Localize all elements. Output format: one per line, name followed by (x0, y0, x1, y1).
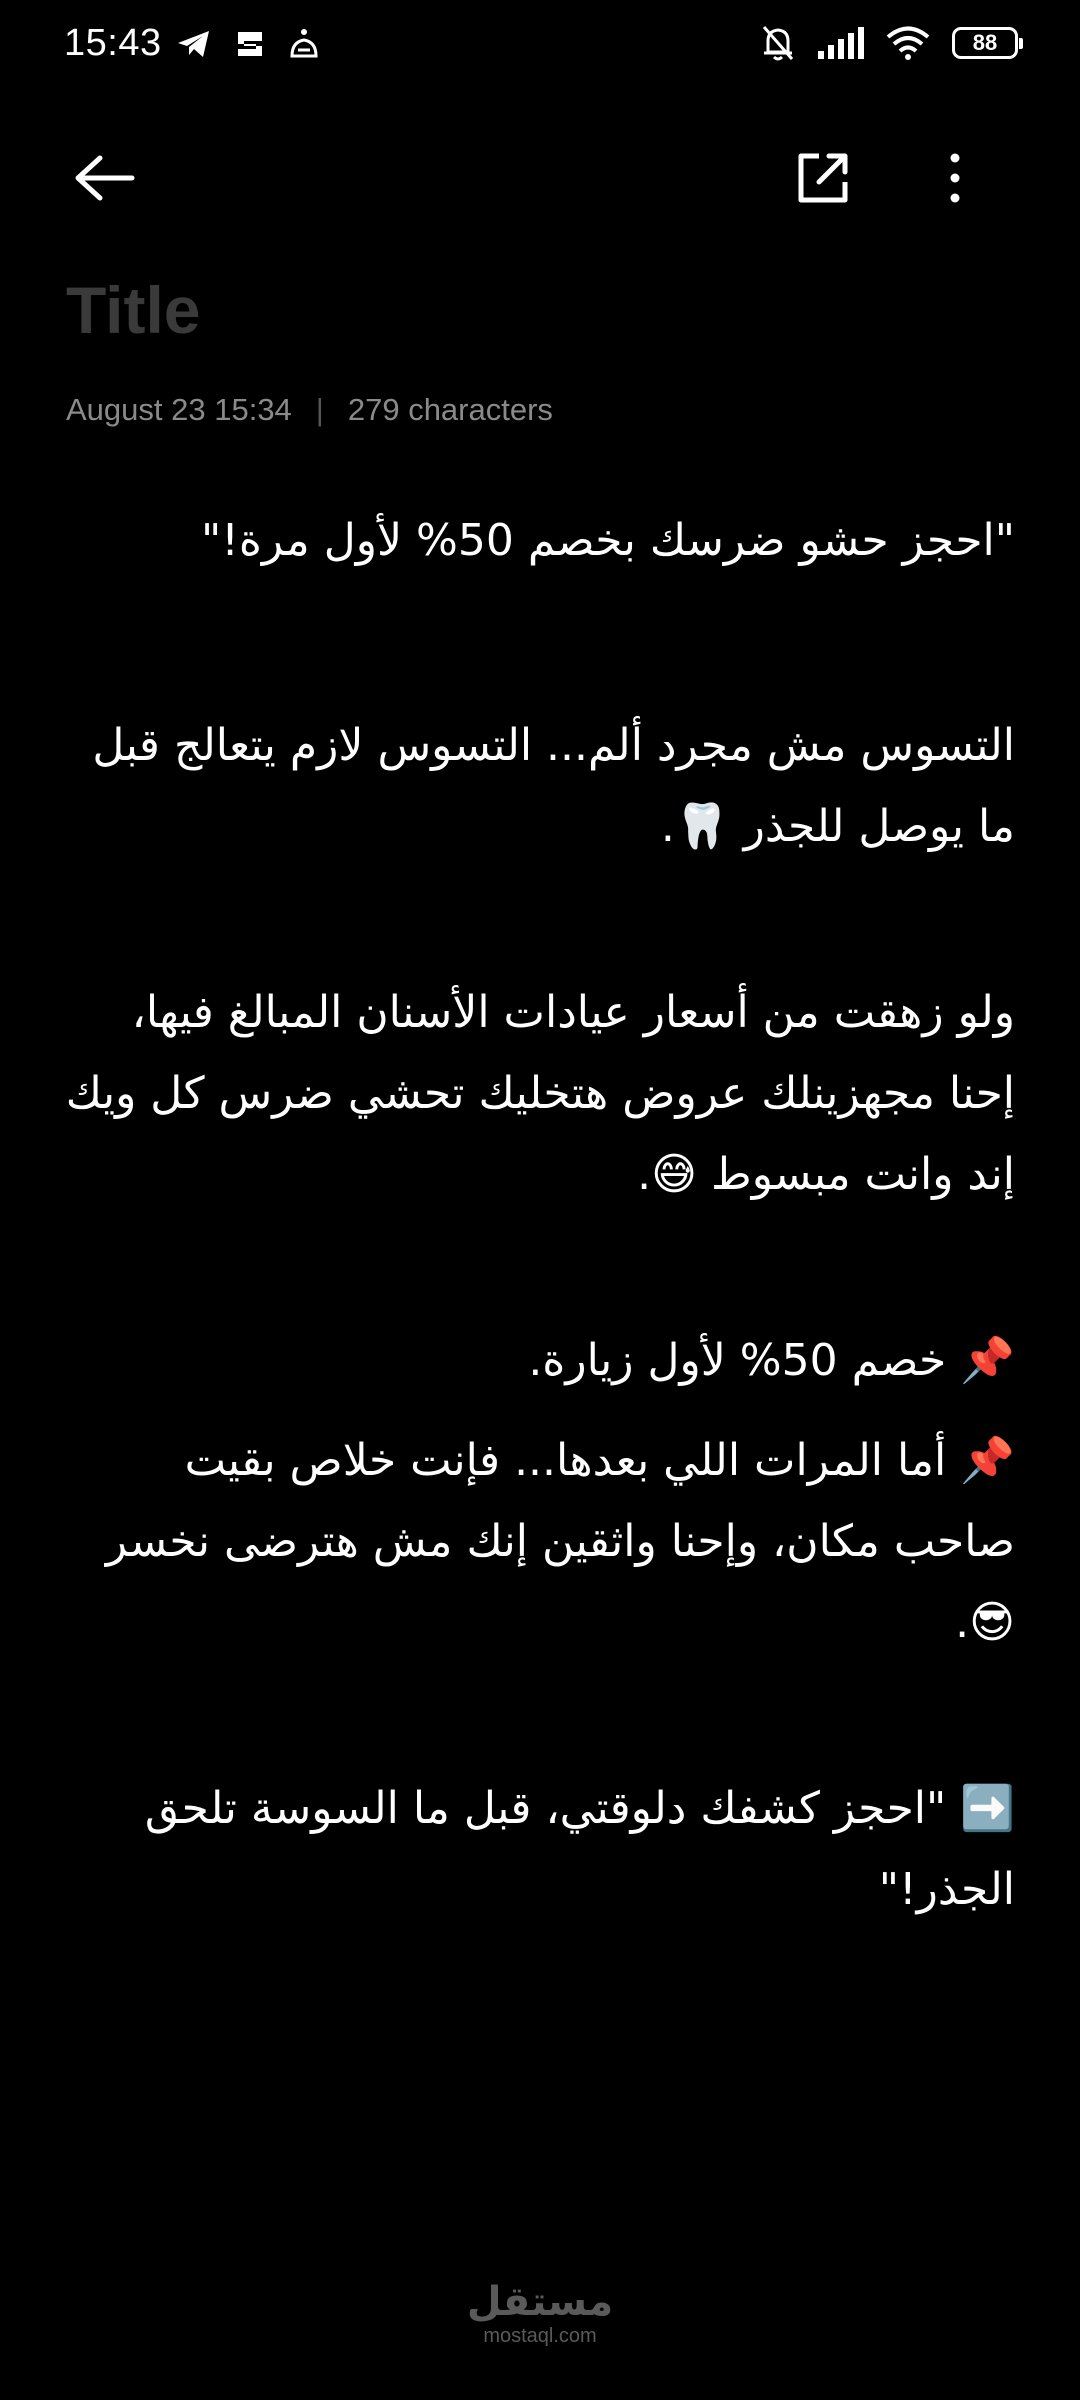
watermark-logo: مستقل mostaql.com (440, 2280, 640, 2348)
note-paragraph: ولو زهقت من أسعار عيادات الأسنان المبالغ… (65, 987, 1015, 1200)
share-button[interactable] (795, 150, 855, 210)
note-meta: August 23 15:34 | 279 characters (66, 392, 553, 428)
share-external-icon (798, 153, 848, 203)
status-right-icons: 88 (760, 24, 1023, 62)
note-paragraph: 📌 خصم 50% لأول زيارة. (528, 1335, 1015, 1386)
battery-level: 88 (972, 30, 998, 55)
note-paragraph: "احجز حشو ضرسك بخصم 50% لأول مرة!" (200, 515, 1015, 566)
wifi-icon (886, 26, 930, 60)
back-button[interactable] (70, 152, 150, 212)
note-paragraph: ➡️ "احجز كشفك دلوقتي، قبل ما السوسة تلحق… (144, 1783, 1015, 1915)
watermark-latin: mostaql.com (483, 2325, 597, 2347)
app-icon (290, 29, 318, 58)
notification-icon (238, 32, 262, 56)
arrow-left-icon (75, 155, 135, 201)
note-body-editor[interactable]: "احجز حشو ضرسك بخصم 50% لأول مرة!" التسو… (60, 500, 1015, 1930)
note-char-count: 279 characters (347, 392, 553, 427)
note-paragraph: التسوس مش مجرد ألم... التسوس لازم يتعالج… (92, 720, 1015, 852)
note-date: August 23 15:34 (66, 392, 292, 427)
more-vertical-icon (950, 153, 960, 203)
toolbar (0, 130, 1080, 230)
watermark-arabic: مستقل (466, 2279, 614, 2325)
note-paragraph: 📌 أما المرات اللي بعدها... فإنت خلاص بقي… (105, 1435, 1015, 1648)
status-time: 15:43 (64, 22, 162, 64)
more-options-button[interactable] (945, 150, 995, 210)
meta-separator: | (315, 392, 324, 427)
telegram-icon (178, 31, 209, 57)
bell-muted-icon (762, 26, 794, 61)
note-title-input[interactable]: Title (66, 272, 200, 348)
status-bar: 15:43 88 (0, 0, 1080, 100)
status-left-icons (176, 28, 320, 60)
battery-icon: 88 (952, 27, 1023, 59)
signal-icon (818, 27, 864, 59)
